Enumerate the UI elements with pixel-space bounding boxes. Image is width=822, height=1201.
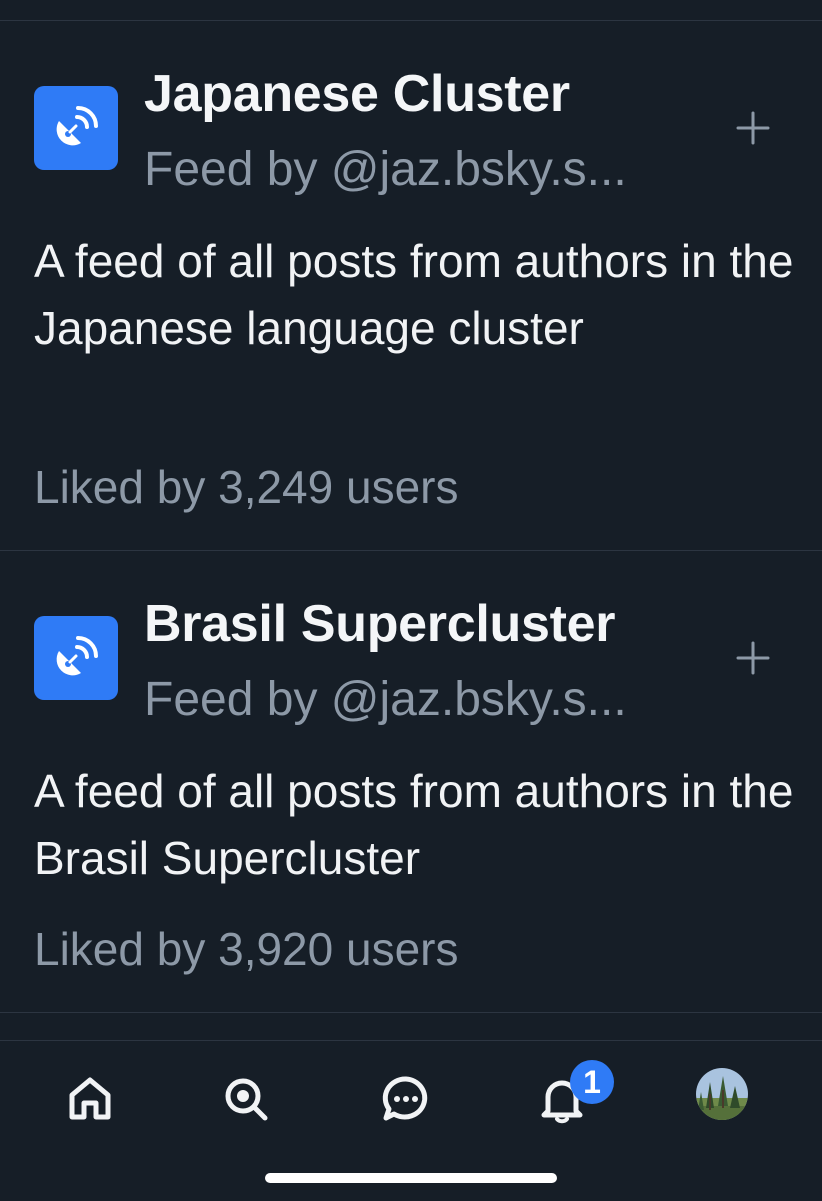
satellite-dish-icon: [56, 106, 98, 146]
tab-chat[interactable]: [374, 1067, 438, 1131]
avatar-image: [696, 1068, 748, 1120]
chat-icon: [382, 1076, 428, 1121]
home-icon: [69, 1077, 111, 1120]
feed-avatar: [34, 86, 118, 170]
feed-title: Brasil Supercluster: [144, 595, 616, 653]
feed-card-brasil-supercluster[interactable]: Brasil Supercluster Feed by @jaz.bsky.s.…: [0, 550, 822, 1012]
home-indicator: [265, 1173, 557, 1183]
feed-creator: Feed by @jaz.bsky.s...: [144, 673, 627, 726]
feed-likes: Liked by 3,920 users: [34, 923, 459, 975]
feed-description: A feed of all posts from authors in the …: [34, 765, 794, 884]
profile-avatar[interactable]: [696, 1068, 748, 1120]
notification-badge: 1: [570, 1060, 614, 1104]
divider: [0, 1012, 822, 1013]
add-feed-button[interactable]: [730, 105, 776, 151]
feed-avatar: [34, 616, 118, 700]
feed-description: A feed of all posts from authors in the …: [34, 235, 794, 354]
feed-likes: Liked by 3,249 users: [34, 461, 459, 513]
tab-home[interactable]: [58, 1067, 122, 1131]
feed-card-japanese-cluster[interactable]: Japanese Cluster Feed by @jaz.bsky.s... …: [0, 0, 822, 550]
bottom-tab-bar: 1: [0, 1040, 822, 1201]
plus-icon: [736, 111, 770, 145]
satellite-dish-icon: [56, 636, 98, 676]
feed-title: Japanese Cluster: [144, 65, 570, 123]
add-feed-button[interactable]: [730, 635, 776, 681]
feed-creator: Feed by @jaz.bsky.s...: [144, 143, 627, 196]
tab-search[interactable]: [214, 1067, 278, 1131]
search-icon: [225, 1078, 268, 1121]
plus-icon: [736, 641, 770, 675]
